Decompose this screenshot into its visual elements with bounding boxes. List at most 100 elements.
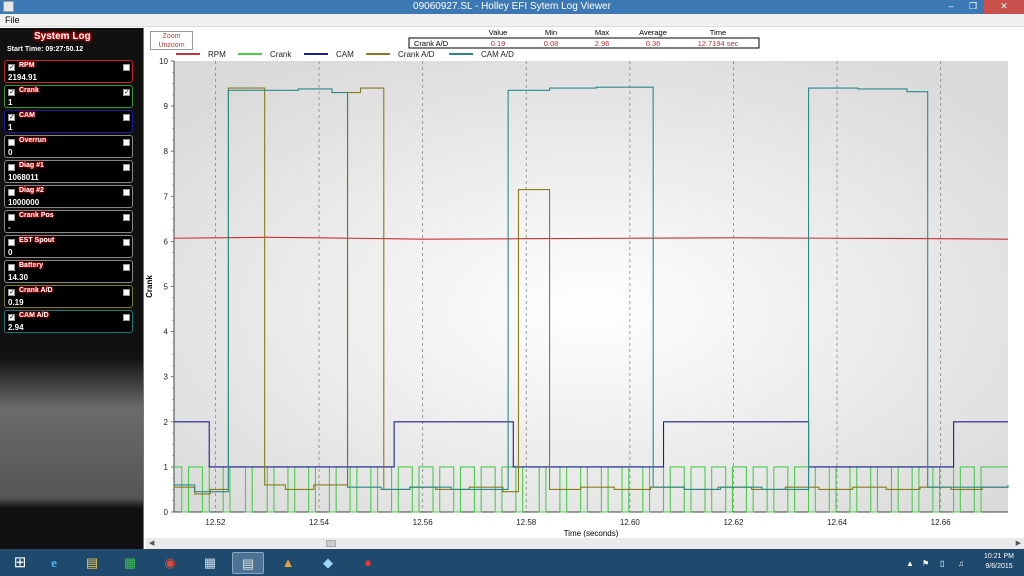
y-tick-label: 6 <box>164 237 169 246</box>
channel-checkbox[interactable]: ✓ <box>8 314 15 321</box>
channel-plot-checkbox[interactable] <box>123 239 130 246</box>
channel-name: CAM <box>19 112 35 119</box>
x-tick-label: 12.66 <box>931 518 952 527</box>
channel-value: 1000000 <box>8 198 40 207</box>
legend-label: Crank <box>270 50 292 59</box>
app-icon-4[interactable]: ▲ <box>272 552 304 574</box>
channel-plot-checkbox[interactable] <box>123 214 130 221</box>
channel-value: 1 <box>8 98 13 107</box>
stats-header-max: Max <box>595 28 609 37</box>
channel-name: CAM A/D <box>19 312 49 319</box>
channel-plot-checkbox[interactable] <box>123 164 130 171</box>
channel-value: 2.94 <box>8 323 24 332</box>
start-windows-icon[interactable]: ⊞ <box>4 552 36 574</box>
channel-checkbox[interactable] <box>8 239 15 246</box>
channel-plot-checkbox[interactable] <box>123 189 130 196</box>
channel-value: 2194.91 <box>8 73 37 82</box>
tray-volume-icon[interactable]: ♫ <box>958 559 964 568</box>
channel-plot-checkbox[interactable] <box>123 289 130 296</box>
window-controls: – ❐ ✕ <box>940 0 1024 14</box>
channel-checkbox[interactable] <box>8 189 15 196</box>
stats-time: 12.7194 sec <box>698 39 739 48</box>
y-tick-label: 7 <box>164 192 169 201</box>
channel-3[interactable]: Overrun 0 <box>4 135 133 158</box>
channel-checkbox[interactable]: ✓ <box>8 114 15 121</box>
store-icon[interactable]: ▦ <box>114 552 146 574</box>
window-title: 09060927.SL - Holley EFI Sytem Log Viewe… <box>413 1 611 12</box>
channel-9[interactable]: ✓ Crank A/D 0.19 <box>4 285 133 308</box>
channel-plot-checkbox[interactable] <box>123 139 130 146</box>
chrome-icon[interactable]: ◉ <box>154 552 186 574</box>
stats-header-time: Time <box>710 28 726 37</box>
tray-up-arrow-icon[interactable]: ▲ <box>906 559 914 568</box>
channel-plot-checkbox[interactable] <box>123 314 130 321</box>
minimize-icon[interactable]: – <box>940 0 962 14</box>
app-icon-6[interactable]: ● <box>352 552 384 574</box>
app-icon-5[interactable]: ◆ <box>312 552 344 574</box>
channel-8[interactable]: Battery 14.30 <box>4 260 133 283</box>
channel-name: Crank A/D <box>19 287 53 294</box>
system-clock[interactable]: 10:21 PM 9/6/2015 <box>984 552 1014 572</box>
channel-value: 1068011 <box>8 173 39 182</box>
legend-label: Crank A/D <box>398 50 435 59</box>
channel-name: Crank <box>19 87 39 94</box>
channel-value: 14.30 <box>8 273 29 282</box>
y-tick-label: 9 <box>164 102 169 111</box>
clock-time: 10:21 PM <box>984 553 1014 560</box>
channel-checkbox[interactable] <box>8 139 15 146</box>
channel-name: Diag #2 <box>19 187 44 194</box>
tray-flag-icon[interactable]: ⚑ <box>922 559 929 568</box>
scroll-right-icon[interactable]: ▶ <box>1016 538 1021 549</box>
legend-label: RPM <box>208 50 226 59</box>
stats-min: 0.08 <box>544 39 559 48</box>
channel-checkbox[interactable] <box>8 214 15 221</box>
channel-5[interactable]: Diag #2 1000000 <box>4 185 133 208</box>
x-tick-label: 12.58 <box>516 518 537 527</box>
scroll-thumb[interactable] <box>326 540 336 547</box>
channel-checkbox[interactable]: ✓ <box>8 64 15 71</box>
channel-value: 0 <box>8 148 13 157</box>
channel-plot-checkbox[interactable] <box>123 64 130 71</box>
channel-4[interactable]: Diag #1 1068011 <box>4 160 133 183</box>
channel-plot-checkbox[interactable]: ✓ <box>123 89 130 96</box>
menu-file[interactable]: File <box>5 15 20 25</box>
log-chart[interactable]: Value Min Max Average Time Crank A/D 0.1… <box>146 28 1024 538</box>
channel-checkbox[interactable] <box>8 264 15 271</box>
x-tick-label: 12.64 <box>827 518 848 527</box>
channel-10[interactable]: ✓ CAM A/D 2.94 <box>4 310 133 333</box>
stats-header-min: Min <box>545 28 557 37</box>
log-viewer-taskbar-icon[interactable]: ▤ <box>232 552 264 574</box>
channel-checkbox[interactable]: ✓ <box>8 289 15 296</box>
channel-name: Battery <box>19 262 44 269</box>
channel-plot-checkbox[interactable] <box>123 264 130 271</box>
channel-name: EST Spout <box>19 237 55 244</box>
maximize-icon[interactable]: ❐ <box>962 0 984 14</box>
file-explorer-icon[interactable]: ▤ <box>76 552 108 574</box>
channel-checkbox[interactable]: ✓ <box>8 89 15 96</box>
scroll-left-icon[interactable]: ◀ <box>149 538 154 549</box>
internet-explorer-icon[interactable]: e <box>38 552 70 574</box>
x-tick-label: 12.60 <box>620 518 641 527</box>
taskbar: ⊞ e ▤ ▦ ◉ ▦ ▤ ▲ ◆ ● ▲ ⚑ ▯ ♫ 10:21 PM 9/6… <box>0 549 1024 576</box>
channel-1[interactable]: ✓ Crank 1 ✓ <box>4 85 133 108</box>
calculator-icon[interactable]: ▦ <box>194 552 226 574</box>
channel-value: 1 <box>8 123 13 132</box>
close-icon[interactable]: ✕ <box>984 0 1024 14</box>
app-icon <box>3 1 14 12</box>
channel-plot-checkbox[interactable] <box>123 114 130 121</box>
plot-area[interactable]: Zoom Unzoom Value Min Max Average Time C… <box>146 28 1024 538</box>
channel-6[interactable]: Crank Pos - <box>4 210 133 233</box>
channel-value: 0.19 <box>8 298 24 307</box>
horizontal-scrollbar[interactable]: ◀ ▶ <box>146 538 1024 549</box>
channel-0[interactable]: ✓ RPM 2194.91 <box>4 60 133 83</box>
channel-2[interactable]: ✓ CAM 1 <box>4 110 133 133</box>
y-tick-label: 8 <box>164 147 169 156</box>
plot-background <box>174 61 1008 512</box>
channel-checkbox[interactable] <box>8 164 15 171</box>
tray-network-icon[interactable]: ▯ <box>940 559 944 568</box>
channel-7[interactable]: EST Spout 0 <box>4 235 133 258</box>
channel-name: Overrun <box>19 137 47 144</box>
x-tick-label: 12.56 <box>413 518 434 527</box>
start-time: Start Time: 09:27:50.12 <box>7 46 84 53</box>
stats-max: 2.96 <box>595 39 610 48</box>
